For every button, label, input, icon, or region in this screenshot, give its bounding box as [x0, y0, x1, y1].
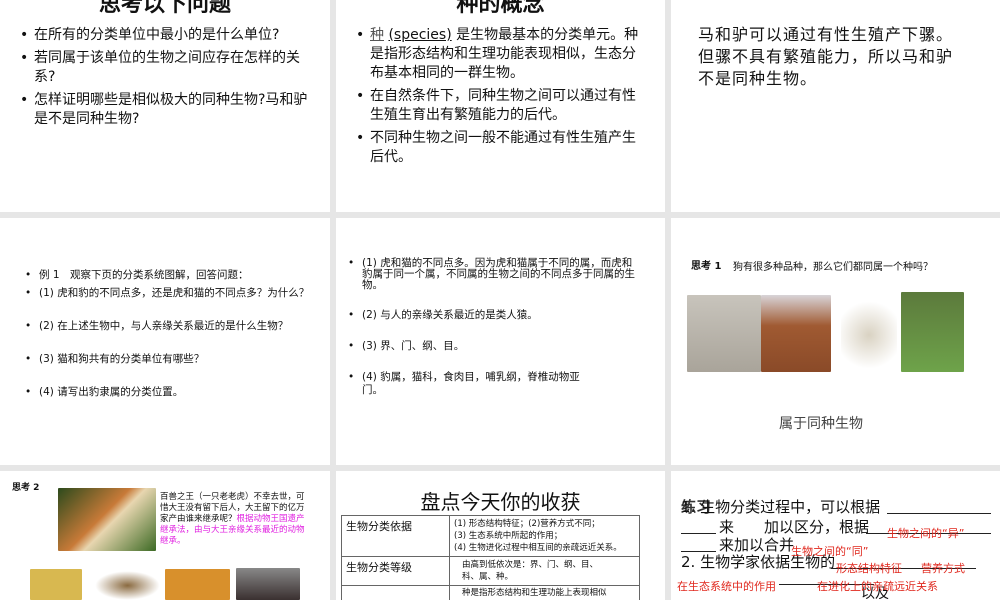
line: (3) 生态系统中所起的作用； — [454, 531, 563, 541]
answer-text: 属于同种生物 — [779, 416, 863, 432]
table-row: 生物分类等级 由高到低依次是：界、门、纲、目、 科、属、种。 — [341, 556, 640, 586]
tiger-image — [58, 488, 156, 551]
question-1a: 1. 生物分类过程中，可以根据 — [681, 498, 881, 516]
list-item: (3) 猫和狗共有的分类单位有哪些？ — [25, 353, 325, 366]
answer-difference: 生物之间的“异” — [887, 527, 965, 540]
slide-2[interactable]: 种的概念 种 (species) 是生物最基本的分类单元。种是指形态结构和生理功… — [336, 0, 665, 212]
think-label: 思考 2 — [12, 483, 40, 493]
slide-5[interactable]: (1) 虎和猫的不同点多。因为虎和猫属于不同的属，而虎和豹属于同一个属，不同属的… — [336, 218, 665, 465]
list-item: (4) 豹属，猫科，食肉目，哺乳纲，脊椎动物亚门。 — [348, 371, 598, 397]
row-content: (1) 形态结构特征；(2)营养方式不同； (3) 生态系统中所起的作用； (4) … — [449, 515, 640, 557]
cat-image — [30, 569, 82, 600]
answer-evolution: 在进化上的亲疏远近关系 — [817, 580, 938, 593]
answer-similarity: 生物之间的“同” — [791, 545, 869, 558]
list-item: 在自然条件下，同种生物之间可以通过有性生殖生育出有繁殖能力的后代。 — [356, 87, 646, 125]
list-item: 种 (species) 是生物最基本的分类单元。种是指形态结构和生理功能表现相似… — [356, 26, 646, 83]
list-item: 在所有的分类单位中最小的是什么单位? — [20, 26, 310, 45]
slide-7[interactable]: 思考 2 百兽之王（一只老老虎）不幸去世，可惜大王没有留下后人，大王留下的亿万家… — [0, 471, 330, 600]
think-label: 思考 1 — [691, 261, 722, 272]
species-term-link[interactable]: 种 — [370, 27, 384, 43]
slide-9[interactable]: 练习 1. 生物分类过程中，可以根据 来 加以区分，根据 来加以合并 2. 生物… — [671, 471, 1000, 600]
list-item: 例 1 观察下页的分类系统图解，回答问题： — [25, 269, 325, 282]
story-text: 百兽之王（一只老老虎）不幸去世，可惜大王没有留下后人，大王留下的亿万家产由谁来继… — [160, 492, 305, 547]
line: 科、属、种。 — [462, 572, 514, 582]
slide-1[interactable]: 思考以下问题 在所有的分类单位中最小的是什么单位? 若同属于该单位的生物之间应存… — [0, 0, 330, 212]
answer-nutrition: 营养方式 — [921, 562, 965, 575]
list-item: (1) 虎和猫的不同点多。因为虎和猫属于不同的属，而虎和豹属于同一个属，不同属的… — [348, 258, 638, 291]
dog-terrier-image — [841, 300, 897, 370]
list-item: (3) 界、门、纲、目。 — [348, 340, 638, 353]
slide-8[interactable]: 盘点今天你的收获 生物分类依据 (1) 形态结构特征；(2)营养方式不同； (3) … — [336, 471, 665, 600]
row-content: 由高到低依次是：界、门、纲、目、 科、属、种。 — [449, 556, 640, 586]
blank-line — [887, 513, 991, 514]
snake-image — [95, 571, 160, 600]
summary-table: 生物分类依据 (1) 形态结构特征；(2)营养方式不同； (3) 生态系统中所起的作… — [341, 515, 640, 600]
slide-6[interactable]: 思考 1 狗有很多种品种，那么它们都同属一个种吗？ 属于同种生物 — [671, 218, 1000, 465]
row-content: 种是指形态结构和生理功能上表现相似 — [449, 585, 640, 600]
pig-image — [236, 568, 300, 600]
slide-title: 盘点今天你的收获 — [420, 490, 581, 514]
list-item: (2) 与人的亲缘关系最近的是类人猿。 — [348, 309, 638, 322]
answer-text: 马和驴可以通过有性生殖产下骡。但骡不具有繁殖能力，所以马和驴不是同种生物。 — [698, 25, 954, 88]
slide-title: 种的概念 — [456, 0, 545, 17]
line: 由高到低依次是：界、门、纲、目、 — [462, 560, 599, 570]
list-item: (2) 在上述生物中，与人亲缘关系最近的是什么生物？ — [25, 320, 325, 333]
line: (4) 生物进化过程中相互间的亲疏远近关系。 — [454, 543, 622, 553]
list-item: (1) 虎和豹的不同点多，还是虎和猫的不同点多？为什么？ — [25, 287, 325, 300]
row-header — [341, 585, 450, 600]
fox-image — [165, 569, 230, 600]
dog-dalmatian-image — [901, 292, 964, 372]
row-header: 生物分类依据 — [341, 515, 450, 557]
slide-3[interactable]: 马和驴可以通过有性生殖产下骡。但骡不具有繁殖能力，所以马和驴不是同种生物。 — [671, 0, 1000, 212]
question-text: 狗有很多种品种，那么它们都同属一个种吗？ — [733, 262, 933, 273]
blank-line — [681, 533, 716, 534]
dog-mastiff-image — [761, 295, 831, 372]
answer-structure: 形态结构特征 — [836, 562, 902, 575]
table-row: 种是指形态结构和生理功能上表现相似 — [341, 585, 640, 600]
list-item: 若同属于该单位的生物之间应存在怎样的关系? — [20, 49, 310, 87]
line: (1) 形态结构特征；(2)营养方式不同； — [454, 519, 600, 529]
list-item: 不同种生物之间一般不能通过有性生殖产生后代。 — [356, 129, 646, 167]
answer-ecosystem-role: 在生态系统中的作用 — [677, 580, 776, 593]
row-header: 生物分类等级 — [341, 556, 450, 586]
list-item: (4) 请写出豹隶属的分类位置。 — [25, 386, 325, 399]
table-row: 生物分类依据 (1) 形态结构特征；(2)营养方式不同； (3) 生态系统中所起的作… — [341, 515, 640, 557]
slide-4[interactable]: 例 1 观察下页的分类系统图解，回答问题： (1) 虎和豹的不同点多，还是虎和猫… — [0, 218, 330, 465]
species-link[interactable]: (species) — [388, 27, 451, 43]
slide-title: 思考以下问题 — [98, 0, 231, 17]
list-item: 怎样证明哪些是相似极大的同种生物?马和驴是不是同种生物? — [20, 91, 310, 129]
dog-saluki-image — [687, 295, 761, 372]
